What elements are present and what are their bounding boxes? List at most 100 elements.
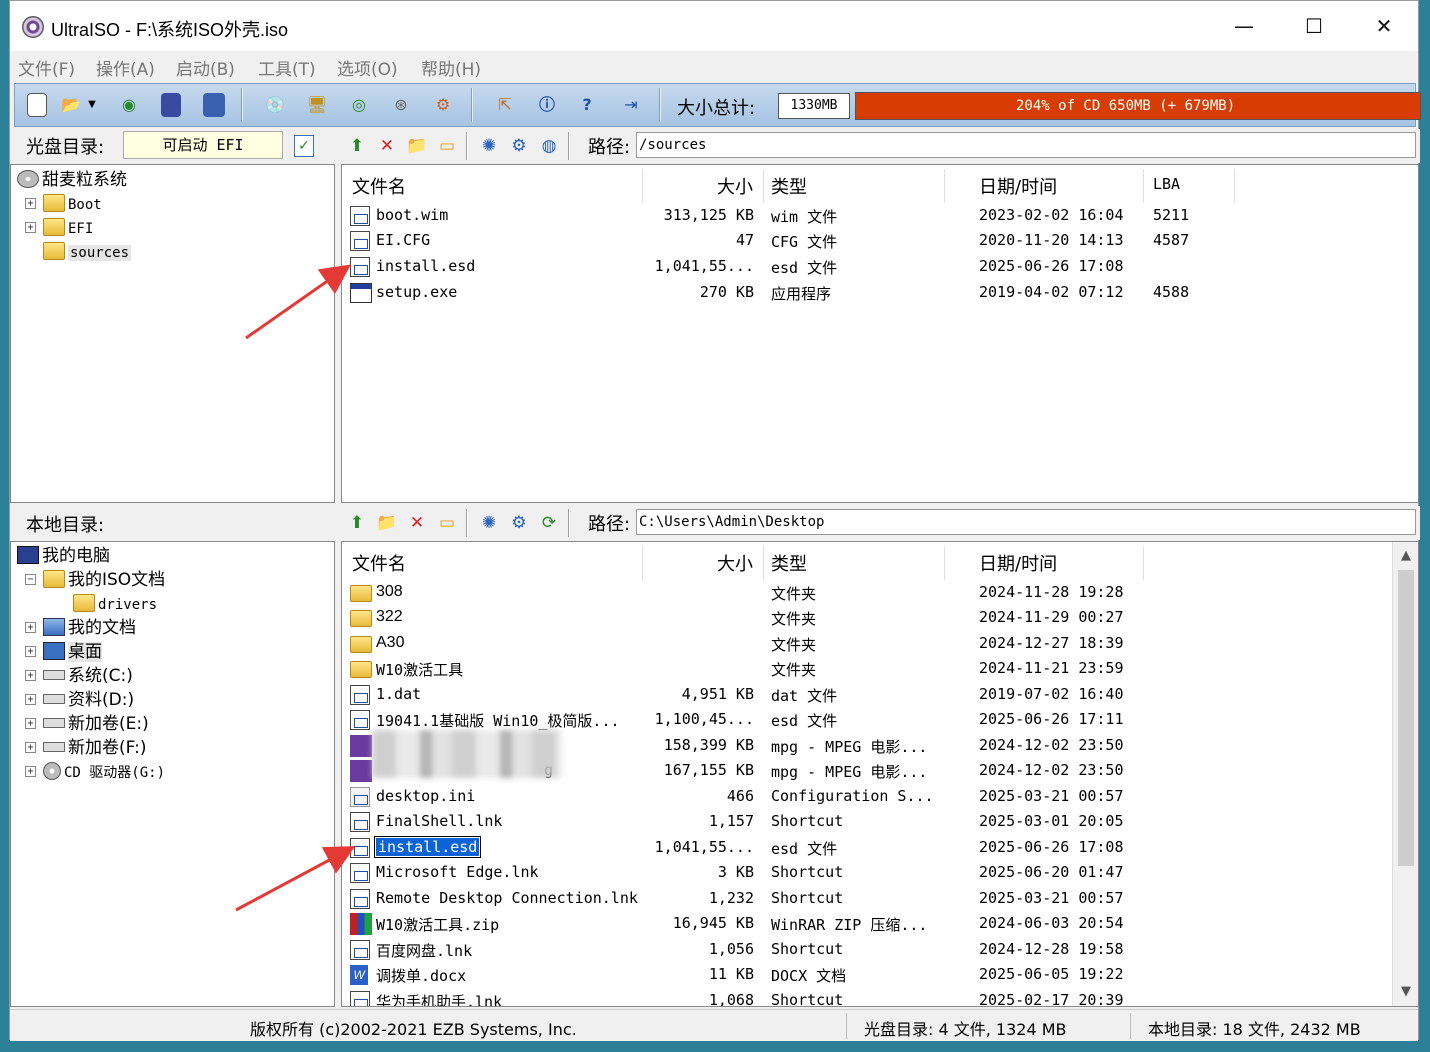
help-icon[interactable]: ? — [575, 93, 599, 117]
tree-item-iso-root[interactable]: 甜麦粒系统 — [17, 169, 127, 191]
boot-check-icon[interactable]: ✓ — [294, 135, 314, 157]
table-row[interactable]: install.esd 1,041,55... esd 文件 2025-06-2… — [342, 836, 1418, 861]
menu-file[interactable]: 文件(F) — [18, 55, 75, 80]
expand-icon[interactable]: + — [25, 718, 36, 729]
open-folder-icon[interactable]: 📂 — [59, 93, 83, 117]
delete-icon[interactable]: ✕ — [406, 512, 428, 534]
table-row[interactable]: A30 文件夹 2024-12-27 18:39 — [342, 632, 1418, 657]
table-row[interactable]: 322 文件夹 2024-11-29 00:27 — [342, 606, 1418, 631]
tree-item-my-computer[interactable]: 我的电脑 — [17, 545, 110, 567]
tree-item-boot[interactable]: Boot — [43, 193, 102, 216]
table-row[interactable]: 308 文件夹 2024-11-28 19:28 — [342, 581, 1418, 606]
local-path-field[interactable]: C:\Users\Admin\Desktop — [636, 509, 1416, 535]
tree-item-drive-c[interactable]: 系统(C:) — [43, 665, 133, 687]
new-folder-icon[interactable]: 📁 — [376, 512, 398, 534]
column-header-type[interactable]: 类型 — [771, 550, 807, 576]
table-row[interactable]: setup.exe 270 KB 应用程序 2019-04-02 07:12 4… — [342, 281, 1418, 306]
refresh-icon[interactable]: ✺ — [478, 135, 500, 157]
expand-icon[interactable]: + — [25, 622, 36, 633]
iso-path-field[interactable]: /sources — [636, 132, 1416, 158]
expand-icon[interactable]: + — [25, 670, 36, 681]
tree-item-desktop[interactable]: 桌面 — [43, 641, 102, 663]
table-row[interactable]: 1.dat 4,951 KB dat 文件 2019-07-02 16:40 — [342, 683, 1418, 708]
tree-item-drive-d[interactable]: 资料(D:) — [43, 689, 134, 711]
table-row[interactable]: EI.CFG 47 CFG 文件 2020-11-20 14:13 4587 — [342, 229, 1418, 254]
info-icon[interactable]: ⓘ — [535, 93, 559, 117]
up-directory-icon[interactable]: ⬆ — [346, 135, 368, 157]
new-file-icon[interactable] — [27, 93, 47, 117]
scrollbar-thumb[interactable] — [1398, 570, 1414, 866]
tree-item-efi[interactable]: EFI — [43, 217, 93, 240]
tree-item-my-iso-docs[interactable]: 我的ISO文档 — [43, 569, 165, 591]
view-icon[interactable]: ◍ — [538, 135, 560, 157]
menu-bootable[interactable]: 启动(B) — [176, 55, 235, 80]
options-icon[interactable]: ⇱ — [493, 93, 517, 117]
scroll-up-icon[interactable]: ▲ — [1393, 544, 1418, 568]
menu-actions[interactable]: 操作(A) — [96, 55, 155, 80]
table-row[interactable]: 华为手机助手.lnk 1,068 Shortcut 2025-02-17 20:… — [342, 989, 1418, 1006]
expand-icon[interactable]: + — [25, 766, 36, 777]
table-row[interactable]: W 调拨单.docx 11 KB DOCX 文档 2025-06-05 19:2… — [342, 963, 1418, 988]
open-dropdown-icon[interactable]: ▼ — [85, 93, 99, 117]
mount-icon[interactable]: ◎ — [347, 93, 371, 117]
file-name-rename-input[interactable]: install.esd — [373, 836, 482, 858]
tree-item-drive-g[interactable]: CD 驱动器(G:) — [43, 761, 165, 784]
tools-icon[interactable]: ⚙ — [431, 93, 455, 117]
refresh-icon[interactable]: ✺ — [478, 512, 500, 534]
collapse-icon[interactable]: − — [25, 574, 36, 585]
table-row[interactable]: install.esd 1,041,55... esd 文件 2025-06-2… — [342, 255, 1418, 280]
tree-item-drivers[interactable]: drivers — [73, 593, 157, 616]
column-header-date[interactable]: 日期/时间 — [979, 173, 1057, 199]
column-header-lba[interactable]: LBA — [1153, 175, 1180, 193]
column-header-type[interactable]: 类型 — [771, 173, 807, 199]
table-row[interactable]: Microsoft Edge.lnk 3 KB Shortcut 2025-06… — [342, 861, 1418, 886]
properties-gear-icon[interactable]: ⚙ — [508, 135, 530, 157]
folder-icon — [350, 585, 372, 602]
scroll-down-icon[interactable]: ▼ — [1393, 980, 1418, 1004]
table-row[interactable]: Remote Desktop Connection.lnk 1,232 Shor… — [342, 887, 1418, 912]
compress-icon[interactable]: ⊛ — [389, 93, 413, 117]
expand-icon[interactable]: + — [25, 646, 36, 657]
burn-cd-icon[interactable]: 💿 — [263, 93, 287, 117]
vertical-scrollbar[interactable]: ▲ ▼ — [1392, 542, 1418, 1006]
tree-label: 我的文档 — [68, 618, 136, 638]
properties-gear-icon[interactable]: ⚙ — [508, 512, 530, 534]
tree-item-drive-f[interactable]: 新加卷(F:) — [43, 737, 146, 759]
expand-icon[interactable]: + — [25, 222, 36, 233]
minimize-button[interactable]: — — [1221, 9, 1267, 43]
rename-icon[interactable]: ▭ — [436, 135, 458, 157]
table-row[interactable]: W10激活工具.zip 16,945 KB WinRAR ZIP 压缩... 2… — [342, 912, 1418, 937]
column-header-size[interactable]: 大小 — [717, 550, 753, 576]
close-button[interactable]: ✕ — [1361, 9, 1407, 43]
save-as-icon[interactable] — [203, 93, 225, 117]
menu-help[interactable]: 帮助(H) — [421, 55, 481, 80]
column-header-name[interactable]: 文件名 — [352, 173, 406, 199]
toolbar-separator — [241, 88, 243, 122]
delete-icon[interactable]: ✕ — [376, 135, 398, 157]
table-row[interactable]: boot.wim 313,125 KB wim 文件 2023-02-02 16… — [342, 204, 1418, 229]
save-icon[interactable] — [161, 93, 181, 117]
virtual-drive-icon[interactable]: 🖥 — [305, 93, 329, 117]
column-header-name[interactable]: 文件名 — [352, 550, 406, 576]
new-folder-icon[interactable]: 📁 — [406, 135, 428, 157]
open-cd-icon[interactable]: ◉ — [117, 93, 141, 117]
table-row[interactable]: 百度网盘.lnk 1,056 Shortcut 2024-12-28 19:58 — [342, 938, 1418, 963]
menu-options[interactable]: 选项(O) — [337, 55, 398, 80]
table-row[interactable]: desktop.ini 466 Configuration S... 2025-… — [342, 785, 1418, 810]
table-row[interactable]: W10激活工具 文件夹 2024-11-21 23:59 — [342, 657, 1418, 682]
rename-icon[interactable]: ▭ — [436, 512, 458, 534]
tree-item-drive-e[interactable]: 新加卷(E:) — [43, 713, 149, 735]
table-row[interactable]: FinalShell.lnk 1,157 Shortcut 2025-03-01… — [342, 810, 1418, 835]
menu-tools[interactable]: 工具(T) — [258, 55, 316, 80]
expand-icon[interactable]: + — [25, 742, 36, 753]
expand-icon[interactable]: + — [25, 694, 36, 705]
tree-item-sources[interactable]: sources — [43, 241, 132, 264]
exit-icon[interactable]: ⇥ — [619, 93, 643, 117]
up-directory-icon[interactable]: ⬆ — [346, 512, 368, 534]
sync-icon[interactable]: ⟳ — [538, 512, 560, 534]
column-header-date[interactable]: 日期/时间 — [979, 550, 1057, 576]
expand-icon[interactable]: + — [25, 198, 36, 209]
column-header-size[interactable]: 大小 — [717, 173, 753, 199]
maximize-button[interactable]: ☐ — [1291, 9, 1337, 43]
tree-item-my-documents[interactable]: 我的文档 — [43, 617, 136, 639]
